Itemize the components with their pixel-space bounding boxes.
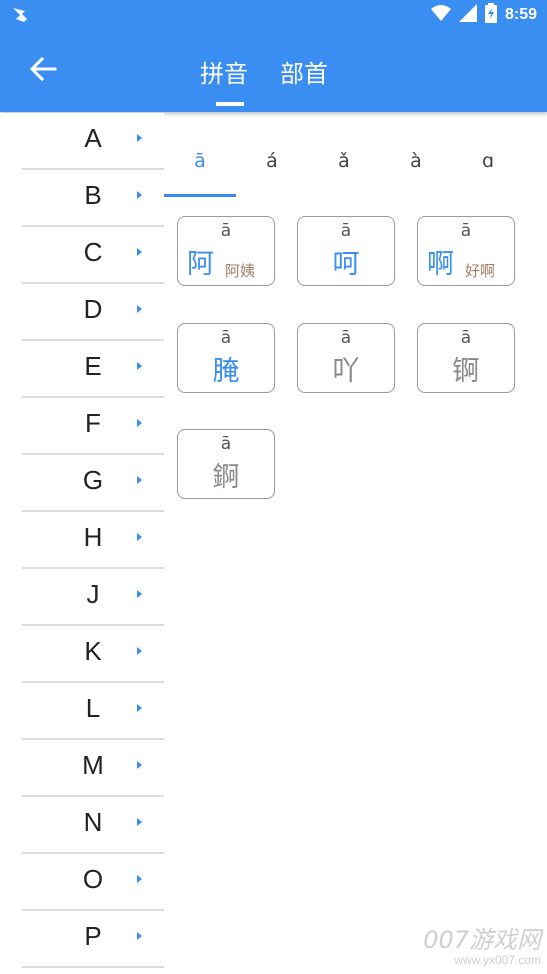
letter-label: P (84, 921, 102, 951)
status-bar: 8:59 (0, 0, 547, 30)
character-glyph: 锕 (452, 356, 480, 387)
triangle-right-icon (137, 704, 142, 712)
triangle-right-icon (137, 134, 142, 142)
wifi-icon (430, 4, 451, 26)
character-glyph: 錒 (212, 462, 240, 493)
tone-tabs: āáǎàɑ (164, 140, 547, 198)
app-bar: 8:59 拼音 部首 (0, 0, 547, 112)
character-card[interactable]: ā吖 (297, 323, 395, 393)
triangle-right-icon (137, 476, 142, 484)
back-button[interactable] (26, 54, 60, 88)
letter-label: E (84, 351, 102, 381)
character-card[interactable]: ā呵 (297, 216, 395, 286)
tone-tab[interactable]: ā (164, 150, 236, 172)
triangle-right-icon (137, 305, 142, 313)
triangle-right-icon (137, 932, 142, 940)
character-pinyin: ā (220, 221, 232, 241)
battery-icon (484, 3, 497, 27)
character-glyph: 吖 (332, 356, 360, 387)
triangle-right-icon (137, 419, 142, 427)
letter-item[interactable]: P (22, 911, 164, 968)
letter-item[interactable]: A (22, 113, 164, 170)
triangle-right-icon (137, 248, 142, 256)
character-card[interactable]: ā腌 (177, 323, 275, 393)
character-pinyin: ā (220, 434, 232, 454)
letter-label: M (82, 750, 104, 780)
character-word: 好啊 (465, 262, 496, 280)
letter-item[interactable]: K (22, 626, 164, 683)
letter-label: L (85, 693, 101, 723)
triangle-right-icon (137, 533, 142, 541)
character-pinyin: ā (340, 221, 352, 241)
letter-item[interactable]: E (22, 341, 164, 398)
letter-item[interactable]: N (22, 797, 164, 854)
status-time: 8:59 (504, 6, 537, 23)
letter-item[interactable]: J (22, 569, 164, 626)
signal-icon (458, 4, 477, 26)
letter-label: A (84, 123, 102, 153)
letter-item[interactable]: H (22, 512, 164, 569)
triangle-right-icon (137, 818, 142, 826)
watermark-main: 007游戏网 (423, 926, 541, 954)
tab-indicator (216, 102, 244, 106)
letter-label: B (84, 180, 102, 210)
arrow-left-icon (29, 55, 57, 87)
character-glyph: 腌 (212, 356, 240, 387)
letter-item[interactable]: C (22, 227, 164, 284)
letter-sidebar: ABCDEFGHJKLMNOP (0, 113, 164, 974)
character-card[interactable]: ā 阿阿姨 (177, 216, 275, 286)
character-card[interactable]: ā锕 (417, 323, 515, 393)
letter-label: J (86, 579, 100, 609)
tone-tab[interactable]: à (380, 150, 452, 172)
letter-item[interactable]: F (22, 398, 164, 455)
watermark-sub: www.yx007.com (454, 953, 541, 967)
letter-label: G (82, 465, 104, 495)
letter-label: H (83, 522, 103, 552)
character-glyph: 呵 (332, 249, 360, 280)
triangle-right-icon (137, 362, 142, 370)
tab-radical[interactable]: 部首 (280, 54, 328, 94)
tone-tab[interactable]: ǎ (308, 150, 380, 172)
character-glyph: 啊 (427, 249, 454, 280)
letter-label: N (83, 807, 103, 837)
letter-item[interactable]: B (22, 170, 164, 227)
app-notification-icon (10, 5, 30, 25)
header-tabs: 拼音 部首 (200, 54, 328, 94)
character-word: 阿姨 (225, 262, 256, 280)
character-pinyin: ā (460, 328, 472, 348)
letter-item[interactable]: O (22, 854, 164, 911)
letter-label: C (83, 237, 103, 267)
letter-item[interactable]: D (22, 284, 164, 341)
character-pinyin: ā (220, 328, 232, 348)
triangle-right-icon (137, 647, 142, 655)
character-pinyin: ā (460, 221, 472, 241)
letter-label: O (82, 864, 104, 894)
letter-item[interactable]: L (22, 683, 164, 740)
character-pinyin: ā (340, 328, 352, 348)
letter-label: K (84, 636, 102, 666)
triangle-right-icon (137, 761, 142, 769)
character-glyph: 阿 (187, 249, 214, 280)
tone-tab[interactable]: ɑ (452, 150, 524, 172)
character-card[interactable]: ā 啊好啊 (417, 216, 515, 286)
triangle-right-icon (137, 191, 142, 199)
tone-tab[interactable]: á (236, 150, 308, 172)
letter-label: D (83, 294, 103, 324)
watermark: 007游戏网 www.yx007.com (409, 920, 541, 972)
tone-underline (164, 194, 236, 197)
letter-item[interactable]: M (22, 740, 164, 797)
character-card[interactable]: ā錒 (177, 429, 275, 499)
letter-item[interactable]: G (22, 455, 164, 512)
triangle-right-icon (137, 875, 142, 883)
triangle-right-icon (137, 590, 142, 598)
letter-label: F (85, 408, 101, 438)
tab-pinyin[interactable]: 拼音 (200, 54, 248, 94)
